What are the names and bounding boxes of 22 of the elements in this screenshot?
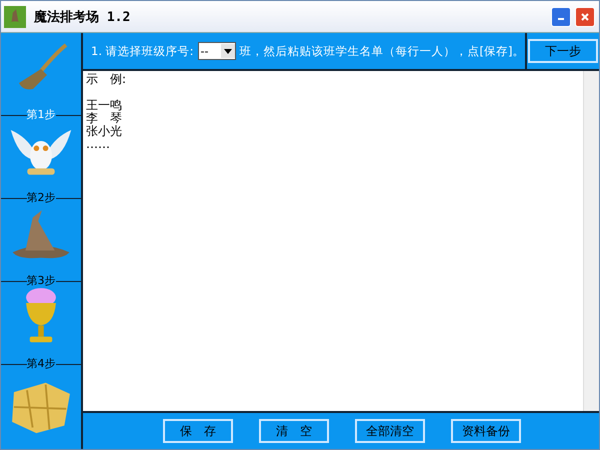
close-icon[interactable] [580, 12, 590, 22]
text-line: 李 琴 [86, 112, 122, 125]
action-button[interactable]: 清 空 [259, 419, 329, 443]
minimize-button[interactable] [551, 6, 571, 26]
window-title: 魔法排考场 1.2 [34, 8, 130, 26]
text-line: 王一鸣 [86, 99, 122, 112]
text-line: …… [86, 138, 110, 151]
action-button[interactable]: 全部清空 [355, 419, 425, 443]
step-label[interactable]: 第3步 [26, 275, 56, 287]
next-step-button[interactable]: 下一步 [528, 39, 598, 63]
step-label[interactable]: 第4步 [26, 358, 56, 370]
instruction-text: 班，然后粘贴该班学生名单（每行一人），点[保存]。 [240, 44, 524, 58]
text-line: 示 例: [86, 73, 126, 86]
step-label[interactable]: 第2步 [26, 192, 56, 204]
action-button[interactable]: 资料备份 [451, 419, 521, 443]
instruction-text: 1. 请选择班级序号: [91, 44, 194, 58]
close-button[interactable] [575, 6, 595, 26]
hat-icon [4, 6, 26, 28]
text-line: 张小光 [86, 125, 122, 138]
action-button[interactable]: 保 存 [163, 419, 233, 443]
class-number-dropdown[interactable]: -- [198, 42, 236, 60]
scrollbar[interactable] [583, 71, 599, 411]
